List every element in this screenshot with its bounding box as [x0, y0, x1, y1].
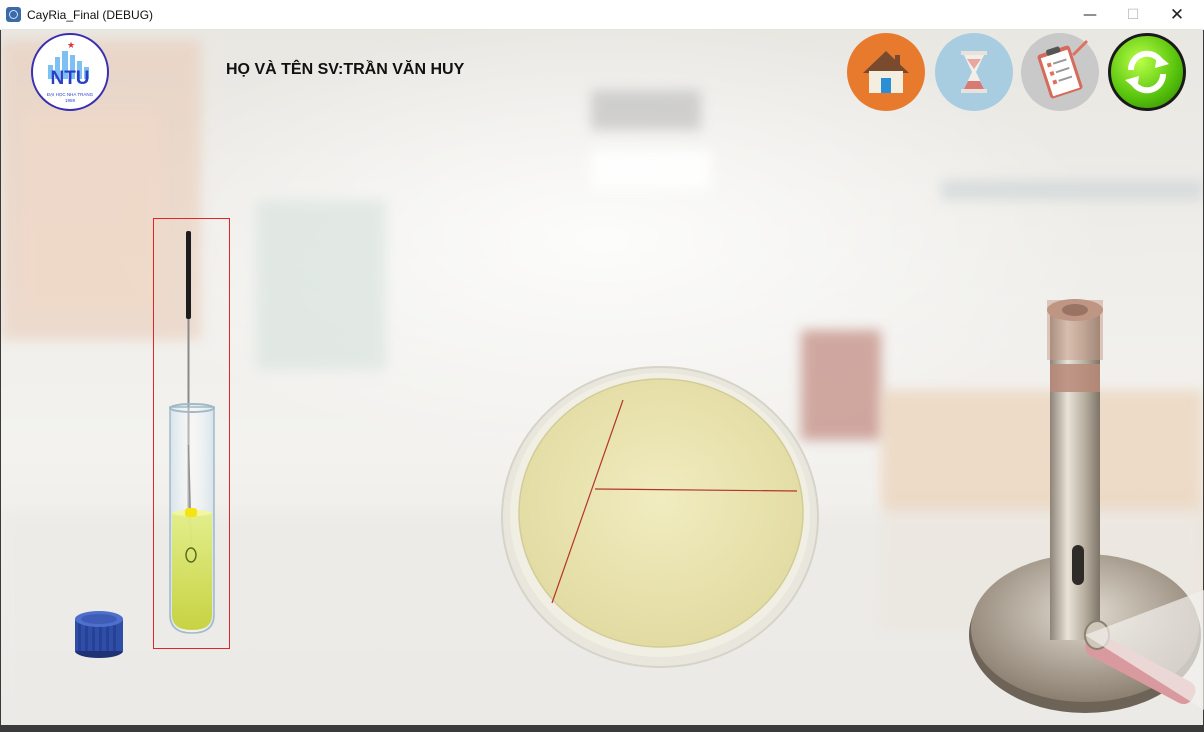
test-tube[interactable]: [160, 225, 224, 645]
clipboard-icon: [1037, 39, 1089, 99]
broth-liquid: [172, 513, 212, 630]
frame-left: [0, 30, 1, 725]
blurred-vent: [591, 90, 701, 130]
window-titlebar: CayRia_Final (DEBUG): [0, 0, 1204, 30]
loop-handle[interactable]: [186, 231, 191, 319]
tube-cap[interactable]: [70, 605, 128, 661]
window-title: CayRia_Final (DEBUG): [27, 7, 154, 22]
student-name-label: HỌ VÀ TÊN SV:TRẦN VĂN HUY: [226, 61, 465, 78]
agar-medium: [518, 378, 804, 648]
logo-text: NTU: [50, 68, 90, 89]
report-button[interactable]: [1021, 33, 1099, 111]
bunsen-burner[interactable]: [965, 290, 1204, 725]
logo-subtitle: ĐẠI HỌC NHA TRANG: [46, 92, 94, 97]
university-logo: ★ NTU ĐẠI HỌC NHA TRANG 1959: [31, 33, 109, 111]
close-button[interactable]: ✕: [1154, 0, 1200, 30]
refresh-icon: [1125, 50, 1169, 94]
blurred-ceiling-light: [591, 150, 711, 190]
timer-button[interactable]: [935, 33, 1013, 111]
logo-year: 1959: [64, 98, 75, 103]
minimize-button[interactable]: —: [1067, 0, 1113, 30]
home-icon: [863, 51, 909, 93]
app-icon: [6, 7, 21, 22]
refresh-button[interactable]: [1108, 33, 1186, 111]
petri-dish[interactable]: [500, 365, 820, 670]
blurred-ceiling-beam: [941, 180, 1203, 200]
maximize-button[interactable]: ☐: [1110, 0, 1156, 30]
blurred-poster-inner: [21, 110, 161, 310]
home-button[interactable]: [847, 33, 925, 111]
blurred-board: [256, 200, 386, 370]
hourglass-icon: [961, 51, 987, 93]
frame-bottom: [0, 725, 1204, 732]
